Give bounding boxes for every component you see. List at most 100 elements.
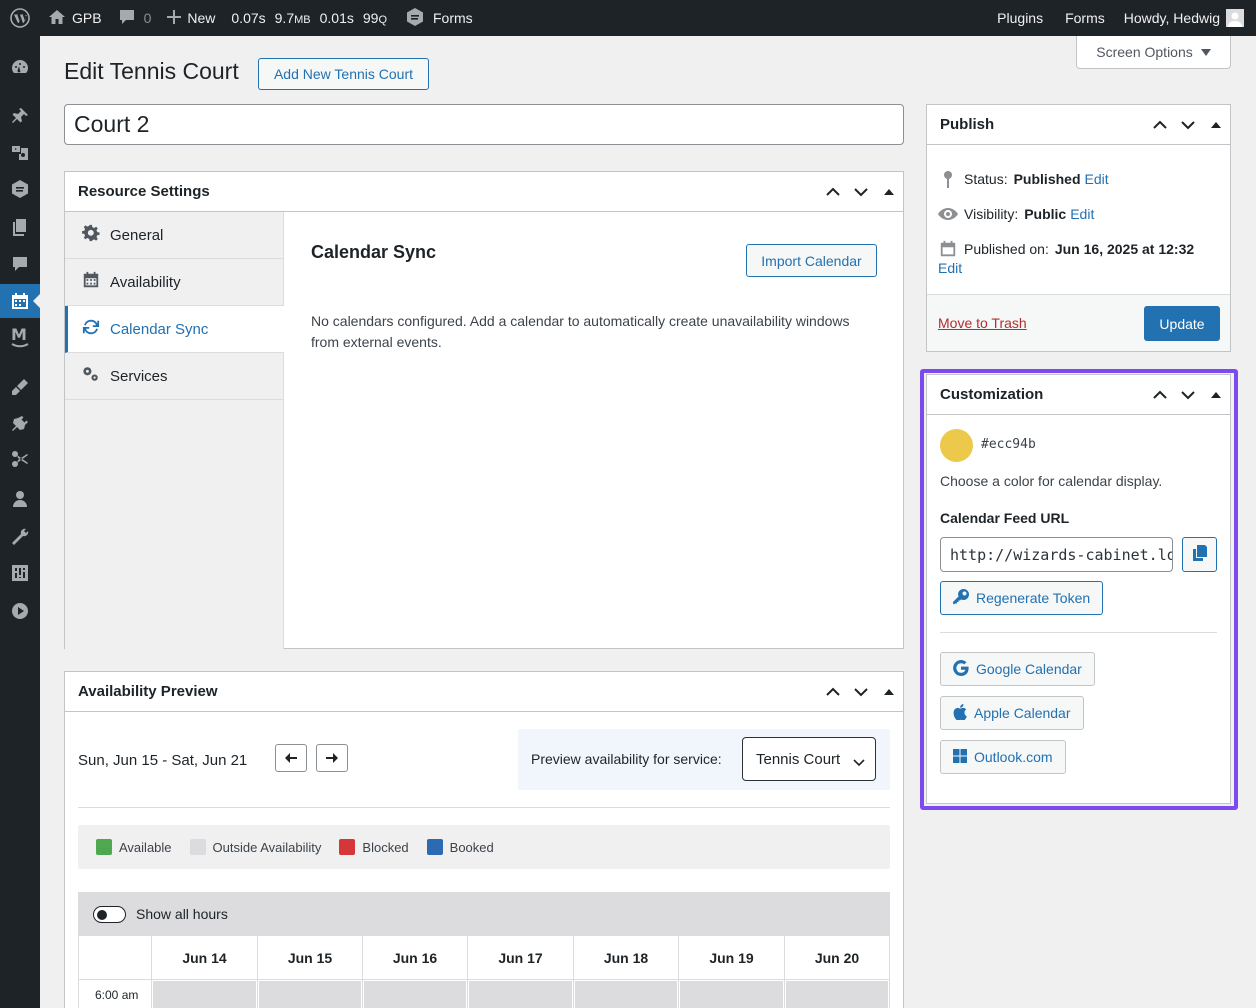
time-slot[interactable] [469,981,572,1008]
add-new-button[interactable]: Add New Tennis Court [258,58,429,90]
resource-settings-header: Resource Settings [65,172,903,212]
move-up-icon[interactable] [1146,107,1174,143]
page-title: Edit Tennis Court [64,58,239,84]
scissors-icon[interactable] [0,442,40,476]
edit-visibility-link[interactable]: Edit [1070,206,1094,222]
time-slot[interactable] [153,981,256,1008]
time-slot[interactable] [680,981,783,1008]
prev-week-button[interactable] [275,744,307,772]
color-swatch[interactable] [940,429,973,462]
users-icon[interactable] [0,482,40,516]
forms-menu-icon[interactable] [0,172,40,206]
windows-icon [953,748,967,766]
show-all-hours-label: Show all hours [136,906,228,922]
availability-calendar: 6:00 am Jun 14 Jun 15 Jun 16 Jun 17 Jun … [78,936,890,1008]
screen-options-button[interactable]: Screen Options [1076,36,1231,69]
forms-label: Forms [433,10,473,26]
move-down-icon[interactable] [1174,377,1202,413]
tab-general[interactable]: General [65,212,283,259]
time-slot[interactable] [575,981,677,1008]
outlook-button[interactable]: Outlook.com [940,740,1066,774]
tab-calendar-sync[interactable]: Calendar Sync [65,306,284,353]
feed-url-input[interactable]: http://wizards-cabinet.lo [940,537,1173,572]
published-label: Published on: [964,241,1049,257]
move-down-icon[interactable] [847,674,875,710]
resource-settings-tabs: General Availability Calendar Sync Servi… [65,212,284,649]
calendar-sync-description: No calendars configured. Add a calendar … [311,313,850,350]
show-all-hours-toggle[interactable] [93,905,126,923]
forms-right-link[interactable]: Forms [1054,0,1116,36]
plugins-menu-icon[interactable] [0,407,40,441]
resource-settings-title: Resource Settings [78,183,210,200]
google-calendar-button[interactable]: Google Calendar [940,652,1095,686]
toggle-panel-icon[interactable] [875,174,903,210]
settings-icon[interactable] [0,556,40,590]
play-icon[interactable] [0,594,40,628]
pages-icon[interactable] [0,210,40,244]
plugins-link[interactable]: Plugins [986,0,1054,36]
time-header [79,936,151,980]
update-button[interactable]: Update [1144,306,1220,341]
day-header: Jun 16 [363,936,467,980]
move-up-icon[interactable] [819,174,847,210]
toggle-panel-icon[interactable] [1202,107,1230,143]
dashboard-icon[interactable] [0,50,40,84]
published-value: Jun 16, 2025 at 12:32 [1054,241,1195,257]
legend-label: Booked [449,839,494,855]
legend-label: Outside Availability [212,839,322,855]
time-slot[interactable] [259,981,361,1008]
plus-icon [167,9,182,27]
tab-services[interactable]: Services [65,353,283,400]
toggle-panel-icon[interactable] [875,674,903,710]
comments-menu-icon[interactable] [0,247,40,281]
appearance-icon[interactable] [0,370,40,404]
time-slot[interactable] [786,981,888,1008]
comments-link[interactable]: 0 [110,0,160,36]
edit-status-link[interactable]: Edit [1085,171,1109,187]
day-header: Jun 15 [258,936,362,980]
query-monitor-link[interactable]: 0.07s 9.7MB 0.01s 99Q [223,0,395,36]
post-title-input[interactable]: Court 2 [64,104,904,145]
move-down-icon[interactable] [847,174,875,210]
time-slot[interactable] [364,981,466,1008]
apple-calendar-button[interactable]: Apple Calendar [940,696,1084,730]
service-select[interactable]: Tennis Court [742,737,876,781]
wordpress-logo-icon[interactable] [0,0,40,36]
move-up-icon[interactable] [819,674,847,710]
toggle-panel-icon[interactable] [1202,377,1230,413]
new-content-link[interactable]: New [159,0,223,36]
site-name-link[interactable]: GPB [40,0,110,36]
copy-url-button[interactable] [1182,537,1217,572]
move-up-icon[interactable] [1146,377,1174,413]
pin-icon[interactable] [0,99,40,133]
import-calendar-button[interactable]: Import Calendar [746,244,877,277]
m-plugin-icon[interactable]: M [0,320,40,354]
screen-options-label: Screen Options [1096,44,1193,60]
my-account-link[interactable]: Howdy, Hedwig [1116,0,1256,36]
perf-queries: 99Q [363,10,387,26]
tools-icon[interactable] [0,520,40,554]
availability-preview-box: Availability Preview Sun, Jun 15 - Sat, … [64,671,904,1008]
day-column: Jun 18 [574,936,679,1008]
move-down-icon[interactable] [1174,107,1202,143]
tab-availability[interactable]: Availability [65,259,283,306]
next-week-button[interactable] [316,744,348,772]
time-column: 6:00 am [79,936,152,1008]
calendar-menu-icon[interactable] [0,284,41,318]
day-header: Jun 19 [679,936,784,980]
move-to-trash-link[interactable]: Move to Trash [938,315,1027,331]
regenerate-token-button[interactable]: Regenerate Token [940,581,1104,615]
media-icon[interactable] [0,136,40,170]
edit-date-link[interactable]: Edit [938,260,962,276]
publish-actions: Move to Trash Update [927,294,1230,351]
resource-settings-box: Resource Settings General Availability C… [64,171,904,649]
legend-label: Blocked [362,839,409,855]
perf-memory: 9.7MB [275,10,311,26]
day-column: Jun 16 [363,936,468,1008]
customization-header: Customization [927,375,1230,415]
tab-availability-label: Availability [110,273,181,291]
time-label: 6:00 am [95,988,139,1002]
forms-link[interactable]: Forms [397,0,481,36]
status-value: Published [1013,171,1081,187]
arrow-left-icon [285,750,297,766]
